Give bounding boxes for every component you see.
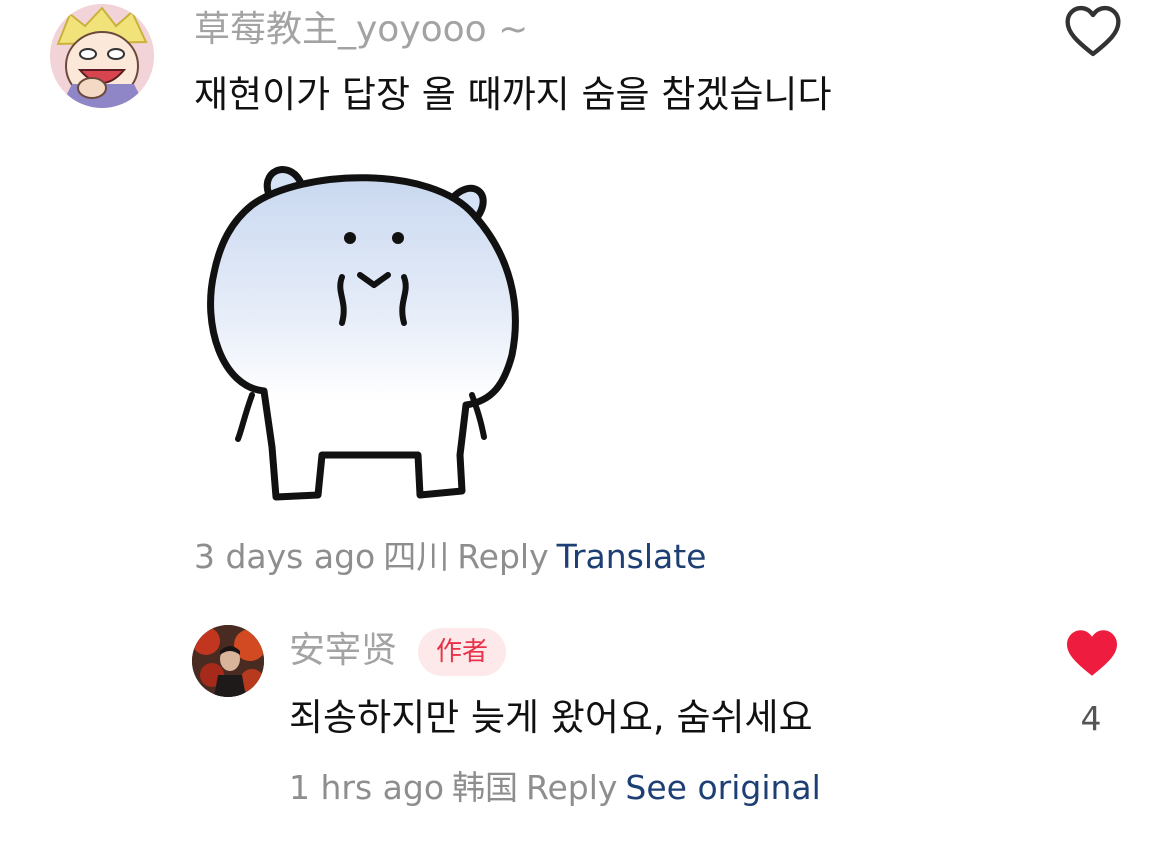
reply-avatar[interactable] (192, 625, 264, 697)
translate-button[interactable]: Translate (557, 537, 707, 576)
heart-filled-icon[interactable] (1064, 628, 1120, 678)
commenter-avatar[interactable] (50, 4, 154, 108)
reply-username[interactable]: 安宰贤 (289, 627, 397, 675)
reply-location: 韩国 (452, 768, 519, 807)
reply-meta: 1 hrs ago 韩国 Reply See original (289, 765, 829, 811)
white-bear-sticker[interactable] (192, 155, 532, 517)
reply-text: 죄송하지만 늦게 왔어요, 숨쉬세요 (289, 696, 813, 739)
reply-time: 1 hrs ago (289, 768, 445, 807)
portrait-avatar-image (192, 625, 264, 697)
comment-location: 四川 (383, 537, 450, 576)
reply-button[interactable]: Reply (457, 537, 548, 576)
comment-time: 3 days ago (194, 537, 376, 576)
comment-meta: 3 days ago 四川 Reply Translate (194, 534, 714, 580)
heart-outline-icon[interactable] (1064, 4, 1122, 58)
anime-avatar-image (50, 4, 154, 108)
see-original-button[interactable]: See original (625, 768, 820, 807)
author-badge: 作者 (418, 628, 507, 676)
commenter-username[interactable]: 草莓教主_yoyooo ~ (194, 6, 528, 54)
reply-button[interactable]: Reply (526, 768, 617, 807)
comment-text: 재현이가 답장 올 때까지 숨을 참겠습니다 (194, 73, 832, 116)
like-count: 4 (1080, 699, 1102, 738)
